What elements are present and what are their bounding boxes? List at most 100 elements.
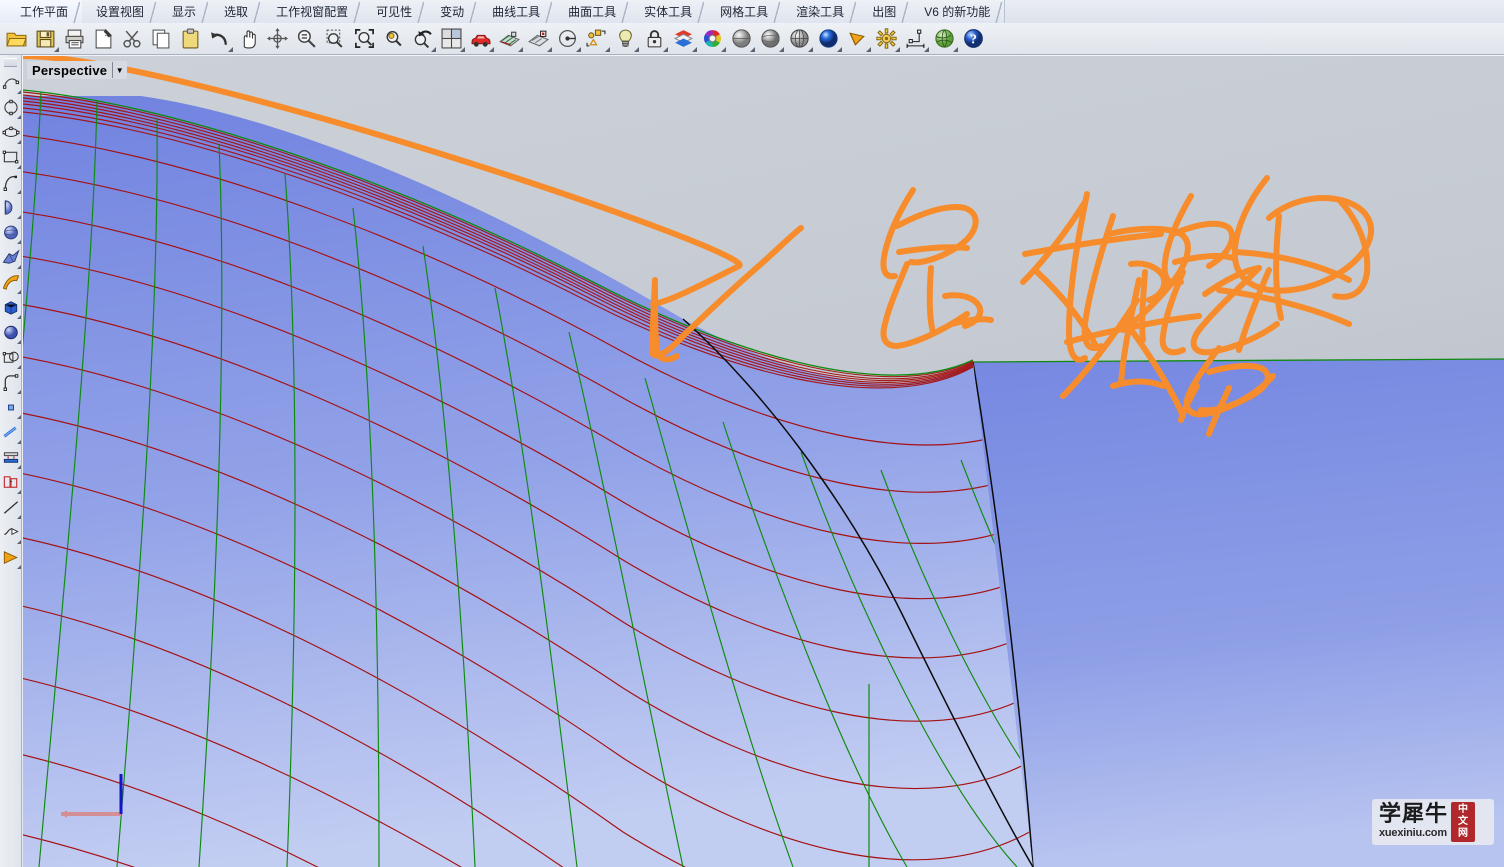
undo-view-icon[interactable] <box>408 24 437 53</box>
cplane-origin-icon[interactable] <box>553 24 582 53</box>
flyout-corner-icon[interactable] <box>866 47 871 52</box>
paste-icon[interactable] <box>176 24 205 53</box>
flyout-corner-icon[interactable] <box>17 90 21 94</box>
extrude-tool-icon[interactable] <box>0 470 21 495</box>
tab-solid-tools[interactable]: 实体工具 <box>630 0 708 23</box>
flyout-corner-icon[interactable] <box>605 47 610 52</box>
tab-drafting[interactable]: 出图 <box>858 0 912 23</box>
point-tool-icon[interactable] <box>0 395 21 420</box>
circle-tool-icon[interactable] <box>0 95 21 120</box>
save-file-icon[interactable] <box>31 24 60 53</box>
flyout-corner-icon[interactable] <box>547 47 552 52</box>
shade-view-icon[interactable] <box>495 24 524 53</box>
offset-tool-icon[interactable] <box>0 445 21 470</box>
dimension-icon[interactable] <box>901 24 930 53</box>
rectangle-tool-icon[interactable] <box>0 145 21 170</box>
flyout-corner-icon[interactable] <box>17 515 21 519</box>
flyout-corner-icon[interactable] <box>17 440 21 444</box>
surface-tool-icon[interactable] <box>0 195 21 220</box>
help-icon[interactable]: ? <box>959 24 988 53</box>
chevron-down-icon[interactable]: ▼ <box>113 62 126 78</box>
material-mesh-icon[interactable] <box>785 24 814 53</box>
cut-icon[interactable] <box>118 24 147 53</box>
flyout-corner-icon[interactable] <box>17 165 21 169</box>
flyout-corner-icon[interactable] <box>17 540 21 544</box>
rotate-view-icon[interactable] <box>263 24 292 53</box>
zoom-selected-icon[interactable] <box>379 24 408 53</box>
tab-mesh-tools[interactable]: 网格工具 <box>706 0 784 23</box>
flyout-corner-icon[interactable] <box>924 47 929 52</box>
fillet-tool-icon[interactable] <box>0 370 21 395</box>
render-settings-icon[interactable] <box>872 24 901 53</box>
curve-tool-icon[interactable] <box>0 70 21 95</box>
boolean-tool-icon[interactable] <box>0 345 21 370</box>
pan-hand-icon[interactable] <box>234 24 263 53</box>
flyout-corner-icon[interactable] <box>17 290 21 294</box>
trim-tool-icon[interactable] <box>0 420 21 445</box>
render-car-icon[interactable] <box>466 24 495 53</box>
flyout-corner-icon[interactable] <box>17 315 21 319</box>
perspective-viewport[interactable]: Perspective ▼ 学犀牛 xuexiniu.com 中 文 网 <box>23 56 1504 867</box>
flyout-corner-icon[interactable] <box>17 240 21 244</box>
tab-cplane[interactable]: 工作平面 <box>0 0 84 23</box>
new-file-icon[interactable] <box>89 24 118 53</box>
render-cone-icon[interactable] <box>843 24 872 53</box>
copy-icon[interactable] <box>147 24 176 53</box>
flyout-corner-icon[interactable] <box>17 340 21 344</box>
lock-icon[interactable] <box>640 24 669 53</box>
loft-tool-icon[interactable] <box>0 245 21 270</box>
viewport-layout-icon[interactable] <box>437 24 466 53</box>
named-position-icon[interactable] <box>582 24 611 53</box>
flyout-corner-icon[interactable] <box>17 565 21 569</box>
flyout-corner-icon[interactable] <box>17 190 21 194</box>
print-icon[interactable] <box>60 24 89 53</box>
flyout-corner-icon[interactable] <box>663 47 668 52</box>
flyout-corner-icon[interactable] <box>895 47 900 52</box>
line-tool-icon[interactable] <box>0 495 21 520</box>
tab-display[interactable]: 显示 <box>158 0 212 23</box>
solid-box-icon[interactable] <box>0 295 21 320</box>
sidebar-grip[interactable] <box>4 58 17 67</box>
tab-viewport-layout[interactable]: 工作视窗配置 <box>262 0 364 23</box>
flyout-corner-icon[interactable] <box>17 365 21 369</box>
open-file-icon[interactable] <box>2 24 31 53</box>
light-bulb-icon[interactable] <box>611 24 640 53</box>
tab-whats-new-v6[interactable]: V6 的新功能 <box>910 0 1006 23</box>
flyout-corner-icon[interactable] <box>17 115 21 119</box>
flyout-corner-icon[interactable] <box>692 47 697 52</box>
freeform-curve-icon[interactable] <box>0 170 21 195</box>
flyout-corner-icon[interactable] <box>576 47 581 52</box>
flyout-corner-icon[interactable] <box>460 47 465 52</box>
tab-select[interactable]: 选取 <box>210 0 264 23</box>
material-shiny-icon[interactable] <box>756 24 785 53</box>
viewport-title[interactable]: Perspective ▼ <box>27 61 128 79</box>
flyout-corner-icon[interactable] <box>228 47 233 52</box>
solid-sphere-icon[interactable] <box>0 320 21 345</box>
undo-icon[interactable] <box>205 24 234 53</box>
flyout-corner-icon[interactable] <box>54 47 59 52</box>
flyout-corner-icon[interactable] <box>17 265 21 269</box>
flyout-corner-icon[interactable] <box>779 47 784 52</box>
flyout-corner-icon[interactable] <box>750 47 755 52</box>
zoom-extents-icon[interactable] <box>350 24 379 53</box>
zoom-in-out-icon[interactable] <box>292 24 321 53</box>
material-gray-icon[interactable] <box>727 24 756 53</box>
flyout-corner-icon[interactable] <box>837 47 842 52</box>
arrow-tool-icon[interactable] <box>0 545 21 570</box>
flyout-corner-icon[interactable] <box>17 215 21 219</box>
ellipse-tool-icon[interactable] <box>0 120 21 145</box>
flyout-corner-icon[interactable] <box>17 465 21 469</box>
tab-surface-tools[interactable]: 曲面工具 <box>554 0 632 23</box>
tab-set-view[interactable]: 设置视图 <box>82 0 160 23</box>
flyout-corner-icon[interactable] <box>431 47 436 52</box>
flyout-corner-icon[interactable] <box>634 47 639 52</box>
tab-render-tools[interactable]: 渲染工具 <box>782 0 860 23</box>
blend-tool-icon[interactable] <box>0 520 21 545</box>
tab-visibility[interactable]: 可见性 <box>362 0 428 23</box>
flyout-corner-icon[interactable] <box>17 490 21 494</box>
layers-icon[interactable] <box>669 24 698 53</box>
flyout-corner-icon[interactable] <box>489 47 494 52</box>
flyout-corner-icon[interactable] <box>721 47 726 52</box>
flyout-corner-icon[interactable] <box>518 47 523 52</box>
flyout-corner-icon[interactable] <box>17 390 21 394</box>
